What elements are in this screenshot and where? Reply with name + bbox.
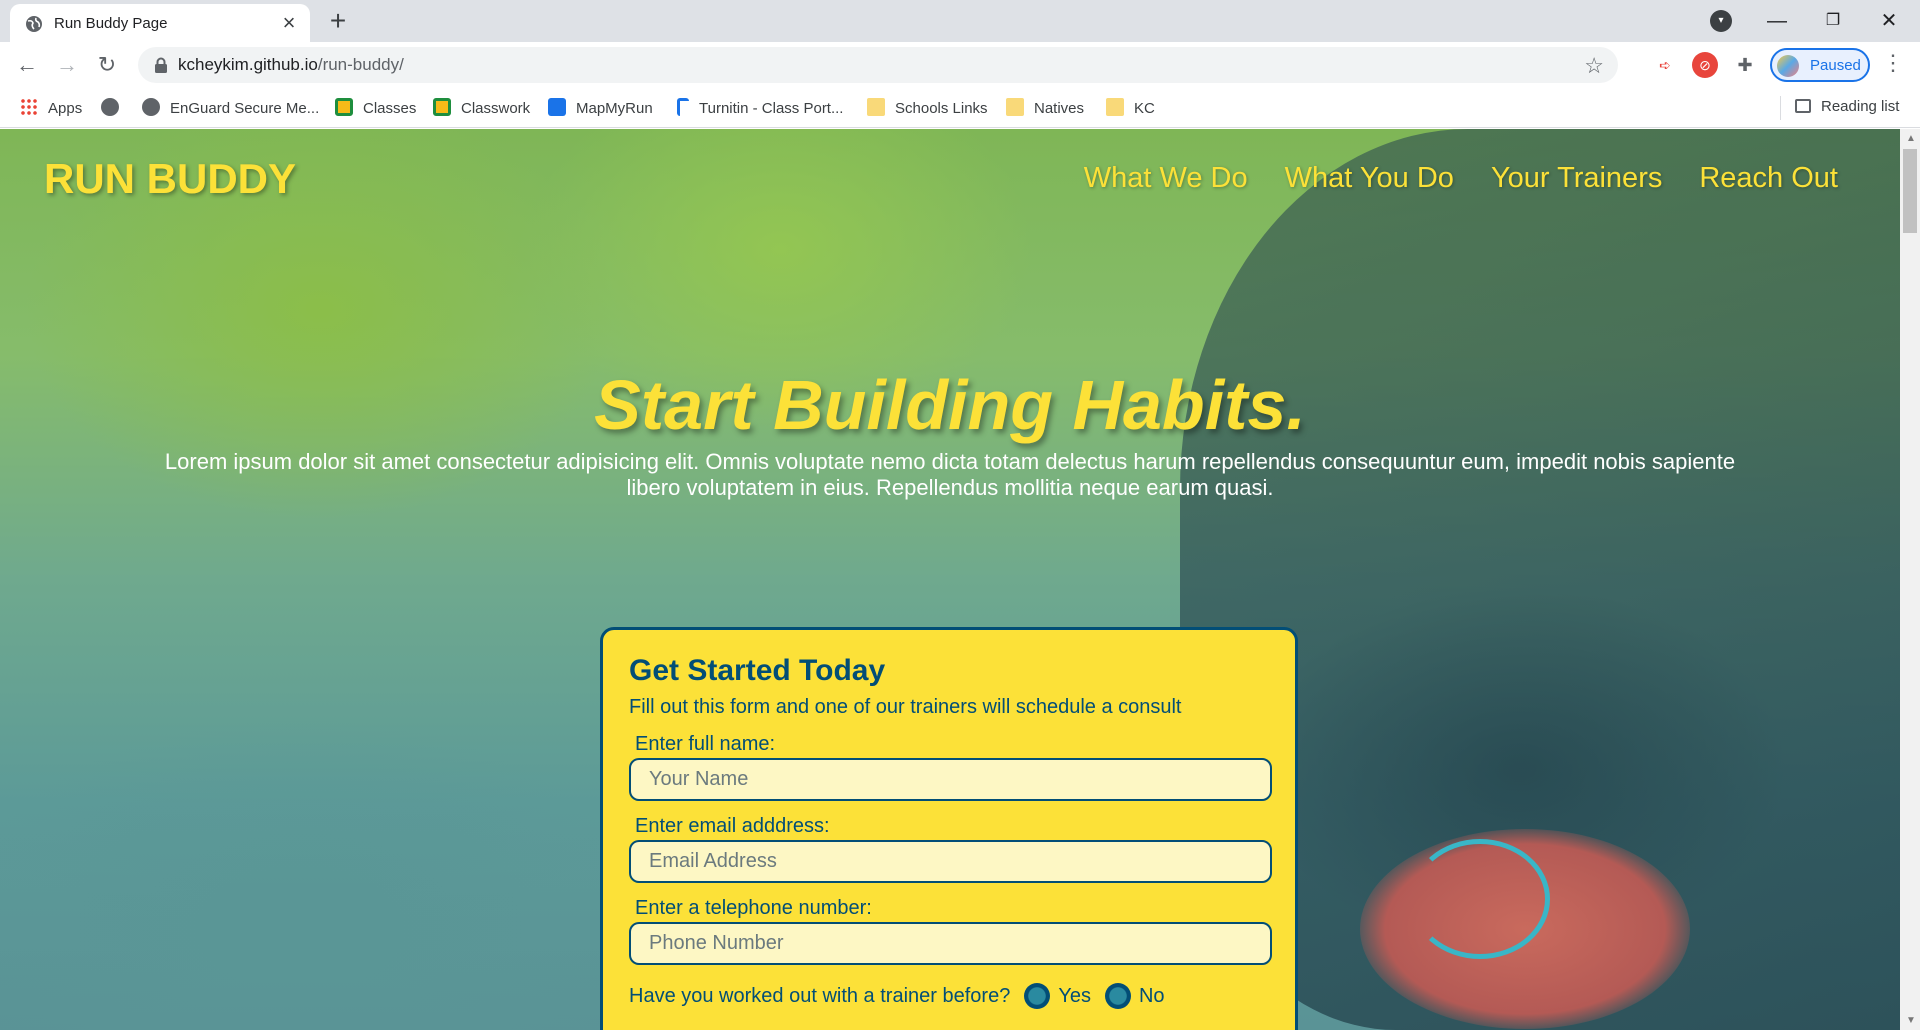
- divider: [1780, 96, 1781, 120]
- nav-link-your-trainers[interactable]: Your Trainers: [1491, 162, 1662, 195]
- reading-list-icon: [1795, 99, 1811, 113]
- tab-strip: Run Buddy Page × + ▾ — ❐ ✕: [0, 0, 1920, 42]
- hero-title: Start Building Habits.: [594, 366, 1306, 444]
- extension-cast-icon[interactable]: ➪: [1652, 52, 1678, 78]
- hero-background-lace: [1410, 839, 1550, 959]
- email-label: Enter email adddress:: [635, 815, 830, 837]
- mapmyrun-icon: [548, 98, 566, 116]
- bookmark-label: Classwork: [461, 100, 531, 117]
- email-input[interactable]: [629, 840, 1272, 883]
- trainer-question: Have you worked out with a trainer befor…: [629, 984, 1011, 1007]
- reading-list-button[interactable]: Reading list: [1795, 98, 1899, 115]
- bookmark-label: KC: [1134, 100, 1155, 117]
- profile-button[interactable]: Paused: [1770, 48, 1870, 82]
- phone-input[interactable]: [629, 922, 1272, 965]
- bookmark-label: Natives: [1034, 100, 1085, 117]
- folder-icon: [1106, 98, 1124, 116]
- avatar: [1777, 55, 1799, 77]
- reading-list-label: Reading list: [1821, 98, 1900, 115]
- site-nav: What We Do What You Do Your Trainers Rea…: [1084, 162, 1838, 195]
- name-input[interactable]: [629, 758, 1272, 801]
- apps-icon: [20, 98, 38, 116]
- bookmark-label: MapMyRun: [576, 100, 653, 117]
- nav-link-what-we-do[interactable]: What We Do: [1084, 162, 1248, 195]
- bookmark-kc[interactable]: KC: [1106, 98, 1155, 120]
- name-label: Enter full name:: [635, 733, 776, 755]
- form-subtitle: Fill out this form and one of our traine…: [629, 696, 1182, 718]
- bookmark-apps[interactable]: Apps: [20, 98, 82, 120]
- reload-icon[interactable]: ↻: [93, 51, 121, 79]
- radio-yes-label: Yes: [1058, 984, 1091, 1007]
- page-scrollbar[interactable]: ▲ ▼: [1900, 129, 1920, 1030]
- signup-form: Get Started Today Fill out this form and…: [600, 627, 1298, 1030]
- bookmark-mapmyrun[interactable]: MapMyRun: [548, 98, 653, 120]
- bookmark-label: Turnitin - Class Port...: [699, 100, 844, 117]
- folder-icon: [1006, 98, 1024, 116]
- new-tab-icon[interactable]: +: [324, 7, 352, 36]
- bookmark-schools-links[interactable]: Schools Links: [867, 98, 988, 120]
- radio-no-label: No: [1138, 984, 1165, 1007]
- scroll-thumb[interactable]: [1903, 149, 1917, 233]
- close-window-icon[interactable]: ✕: [1874, 6, 1904, 36]
- hero-text: Lorem ipsum dolor sit amet consectetur a…: [164, 449, 1736, 500]
- restore-icon[interactable]: ❐: [1818, 6, 1848, 36]
- globe-icon: [142, 98, 160, 116]
- browser-toolbar: ← → ↻ kcheykim.github.io/run-buddy/ ☆ ➪ …: [0, 42, 1920, 88]
- bookmark-star-icon[interactable]: ☆: [1584, 53, 1604, 79]
- bookmark-classwork[interactable]: Classwork: [433, 98, 530, 120]
- globe-icon: [101, 98, 119, 116]
- close-tab-icon[interactable]: ×: [278, 12, 300, 34]
- bookmark-label: EnGuard Secure Me...: [170, 100, 320, 117]
- address-bar[interactable]: kcheykim.github.io/run-buddy/ ☆: [138, 47, 1618, 83]
- bookmark-label: Apps: [48, 100, 83, 117]
- bookmarks-bar: Apps EnGuard Secure Me... Classes Classw…: [0, 88, 1920, 128]
- nav-link-reach-out[interactable]: Reach Out: [1699, 162, 1838, 195]
- scroll-up-icon[interactable]: ▲: [1906, 133, 1916, 144]
- bookmark-turnitin[interactable]: Turnitin - Class Port...: [677, 98, 843, 120]
- bookmark-enguard[interactable]: EnGuard Secure Me...: [142, 98, 319, 120]
- radio-yes[interactable]: [1024, 983, 1051, 1009]
- profile-status: Paused: [1810, 57, 1861, 74]
- phone-label: Enter a telephone number:: [635, 897, 872, 919]
- page-viewport: RUN BUDDY What We Do What You Do Your Tr…: [0, 129, 1900, 1030]
- classroom-icon: [433, 98, 451, 116]
- trainer-question-row: Have you worked out with a trainer befor…: [629, 983, 1269, 1009]
- classroom-icon: [335, 98, 353, 116]
- extensions-puzzle-icon[interactable]: ✚: [1732, 52, 1758, 78]
- turnitin-icon: [677, 98, 689, 116]
- url-text: kcheykim.github.io/run-buddy/: [178, 55, 404, 75]
- folder-icon: [867, 98, 885, 116]
- radio-no[interactable]: [1104, 983, 1131, 1009]
- bookmark-natives[interactable]: Natives: [1006, 98, 1084, 120]
- more-menu-icon[interactable]: ⋮: [1882, 50, 1904, 76]
- extension-red-icon[interactable]: ⊘: [1692, 52, 1718, 78]
- bookmark-globe[interactable]: [101, 98, 129, 120]
- scroll-down-icon[interactable]: ▼: [1906, 1015, 1916, 1026]
- tab-search-icon[interactable]: ▾: [1710, 10, 1732, 32]
- url-host: kcheykim.github.io: [178, 55, 318, 74]
- bookmark-classes[interactable]: Classes: [335, 98, 416, 120]
- nav-link-what-you-do[interactable]: What You Do: [1285, 162, 1454, 195]
- back-icon[interactable]: ←: [13, 51, 41, 79]
- bookmark-label: Schools Links: [895, 100, 988, 117]
- url-path: /run-buddy/: [317, 55, 404, 74]
- forward-icon[interactable]: →: [53, 51, 81, 79]
- browser-tab[interactable]: Run Buddy Page ×: [10, 4, 310, 42]
- form-title: Get Started Today: [629, 654, 886, 687]
- bookmark-label: Classes: [363, 100, 417, 117]
- tab-title: Run Buddy Page: [54, 15, 168, 32]
- minimize-icon[interactable]: —: [1762, 6, 1792, 36]
- lock-icon: [155, 57, 167, 73]
- globe-icon: [26, 16, 42, 32]
- site-logo[interactable]: RUN BUDDY: [44, 155, 296, 203]
